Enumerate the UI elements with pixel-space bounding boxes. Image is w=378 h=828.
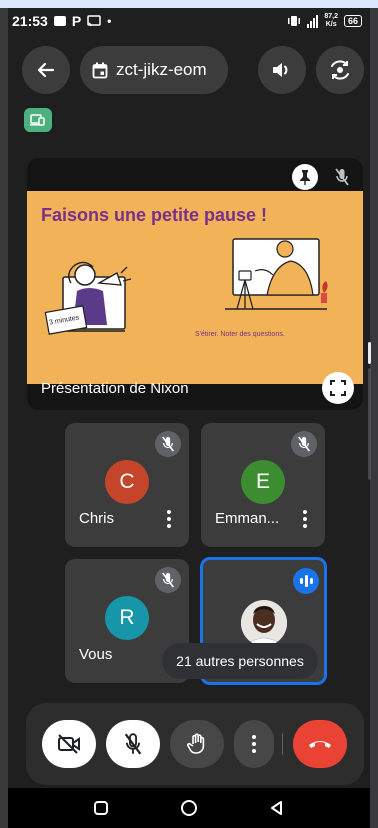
- divider: [282, 733, 283, 755]
- hang-up-icon: [309, 741, 331, 748]
- participant-name: Chris: [79, 510, 115, 527]
- mic-toggle-button[interactable]: [106, 720, 160, 768]
- presentation-label: Présentation de Nixon: [41, 380, 189, 397]
- app-window: [8, 8, 370, 820]
- mic-off-icon: [162, 436, 174, 452]
- cast-notification-icon: [87, 15, 101, 27]
- meeting-code: zct-jikz-eom: [116, 60, 207, 79]
- home-icon[interactable]: [180, 799, 198, 817]
- mic-off-badge: [155, 431, 181, 457]
- slide-subtitle: S'étirer. Noter des questions.: [195, 331, 285, 338]
- speaker-icon: [273, 63, 288, 77]
- presentation-tile[interactable]: Faisons une petite pause ! 3 minutes S'é…: [27, 158, 363, 410]
- gallery-notification-icon: [53, 16, 66, 26]
- arrow-left-icon: [37, 62, 55, 78]
- status-letter: P: [71, 13, 82, 29]
- more-options-button[interactable]: [167, 510, 171, 528]
- mic-off-icon: [298, 436, 310, 452]
- scrollbar-thumb[interactable]: [368, 342, 371, 364]
- back-nav-icon[interactable]: [269, 800, 285, 816]
- dot-icon: •: [107, 14, 112, 28]
- participant-tile-emman[interactable]: E Emman...: [201, 423, 325, 547]
- back-button[interactable]: [22, 46, 70, 94]
- avatar: E: [241, 460, 285, 504]
- mic-off-icon: [335, 168, 349, 186]
- top-band: [0, 0, 378, 8]
- data-speed-unit: K/s: [325, 21, 337, 28]
- right-band: [370, 8, 378, 828]
- fullscreen-button[interactable]: [322, 372, 354, 404]
- kebab-icon: [252, 735, 256, 753]
- companion-mode-button[interactable]: [24, 108, 52, 132]
- slide-illustration: [44, 238, 328, 335]
- speaking-indicator-icon: [293, 568, 319, 594]
- participant-name: Vous: [79, 646, 113, 663]
- mic-off-icon: [162, 572, 174, 588]
- scrollbar-track: [368, 368, 371, 480]
- meeting-top-bar: zct-jikz-eom: [22, 46, 366, 94]
- meeting-info-button[interactable]: zct-jikz-eom: [80, 46, 228, 94]
- data-speed: 87,2 K/s: [324, 13, 338, 29]
- pin-button[interactable]: [292, 164, 318, 190]
- vibrate-icon: [288, 16, 301, 26]
- left-band: [0, 8, 8, 828]
- avatar: C: [105, 460, 149, 504]
- calendar-icon: [92, 62, 108, 78]
- system-navigation-bar: [8, 788, 370, 828]
- devices-icon: [30, 114, 45, 126]
- more-options-button[interactable]: [303, 510, 307, 528]
- switch-camera-button[interactable]: [316, 46, 364, 94]
- hand-icon: [187, 733, 205, 754]
- avatar: R: [105, 596, 149, 640]
- data-speed-value: 87,2: [324, 13, 338, 20]
- mic-off-badge: [291, 431, 317, 457]
- status-time: 21:53: [12, 13, 48, 29]
- presentation-mic-off-icon: [329, 164, 355, 190]
- fullscreen-icon: [330, 380, 346, 396]
- participant-name: Emman...: [215, 510, 280, 527]
- other-participants-badge[interactable]: 21 autres personnes: [162, 643, 318, 679]
- signal-icon: [307, 14, 319, 28]
- participant-photo: [241, 600, 287, 646]
- recents-icon[interactable]: [93, 800, 109, 816]
- end-call-button[interactable]: [293, 720, 347, 768]
- switch-camera-icon: [331, 60, 349, 80]
- pin-icon: [300, 170, 310, 185]
- raise-hand-button[interactable]: [170, 720, 224, 768]
- battery-indicator: 66: [343, 15, 362, 27]
- status-bar: 21:53 P • 87,2 K/s 66: [12, 12, 362, 30]
- presentation-slide: Faisons une petite pause ! 3 minutes S'é…: [27, 191, 363, 384]
- camera-off-icon: [58, 734, 80, 754]
- participant-tile-chris[interactable]: C Chris: [65, 423, 189, 547]
- camera-toggle-button[interactable]: [42, 720, 96, 768]
- mic-off-badge: [155, 567, 181, 593]
- mic-off-icon: [124, 733, 142, 755]
- audio-output-button[interactable]: [258, 46, 306, 94]
- call-controls: [26, 703, 364, 785]
- more-options-button[interactable]: [234, 720, 274, 768]
